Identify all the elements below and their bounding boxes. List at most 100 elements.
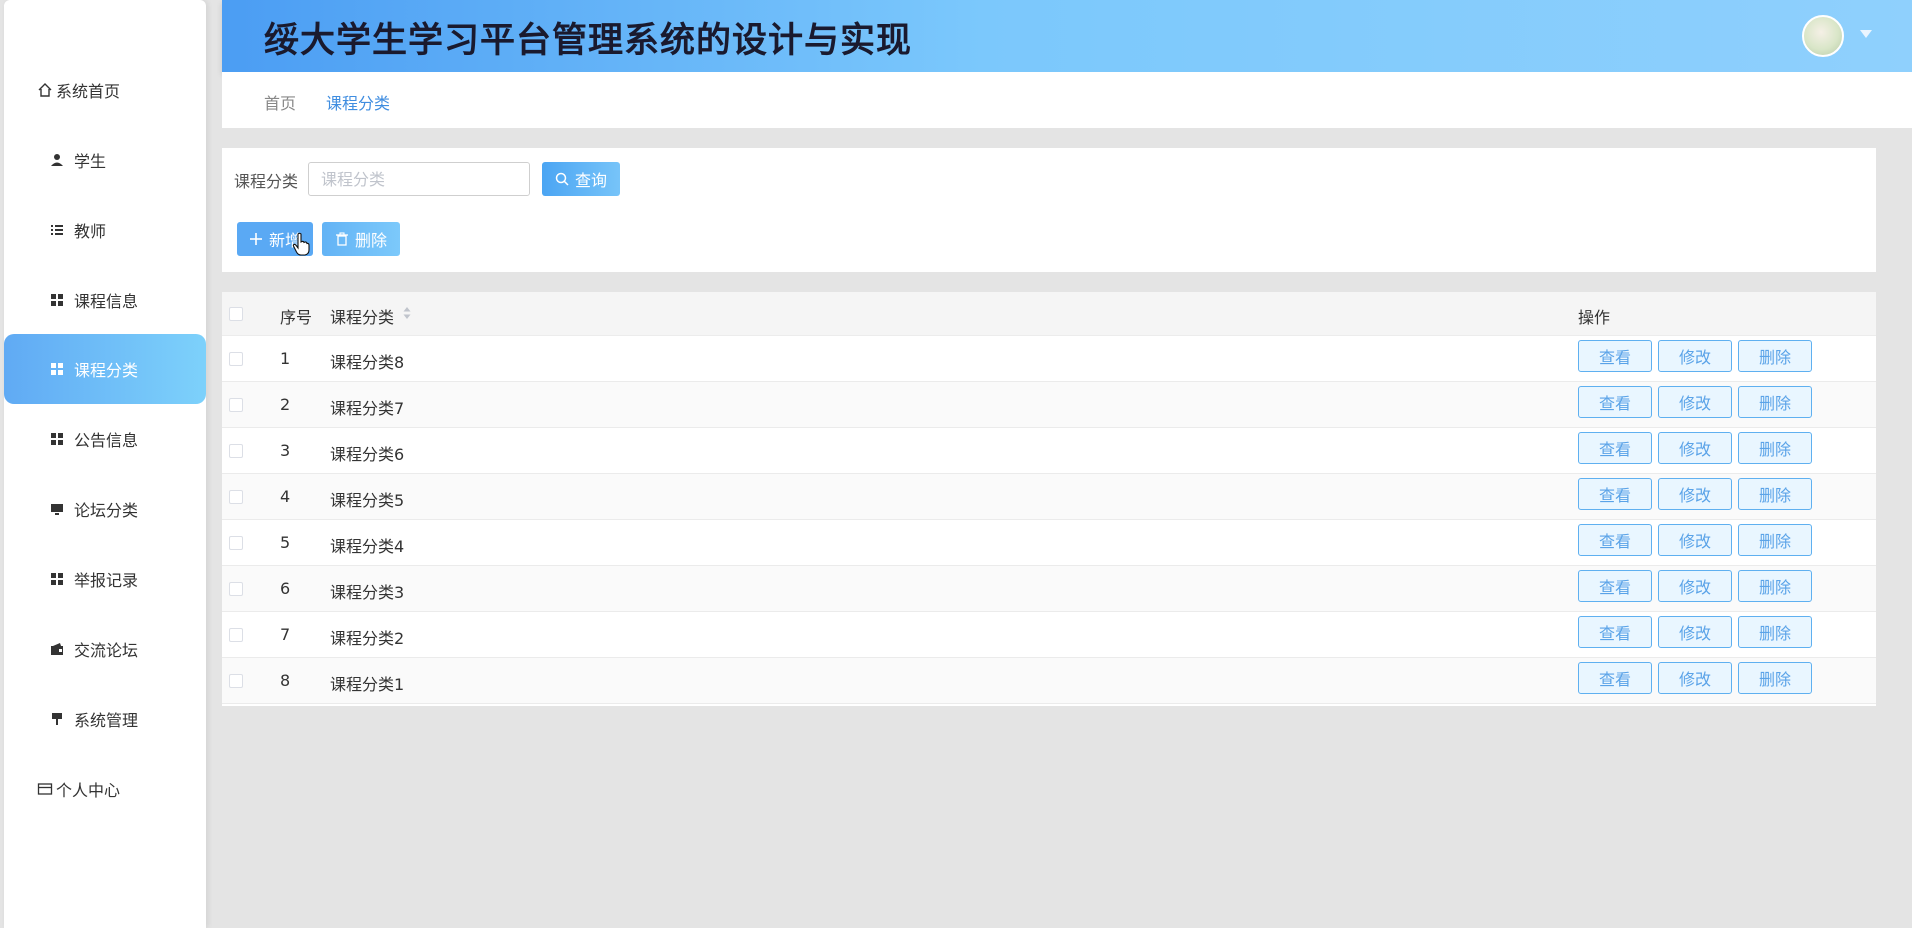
- row-delete-button[interactable]: 删除: [1738, 662, 1812, 694]
- edit-button[interactable]: 修改: [1658, 662, 1732, 694]
- row-delete-button[interactable]: 删除: [1738, 340, 1812, 372]
- row-delete-button[interactable]: 删除: [1738, 386, 1812, 418]
- user-icon: [48, 151, 66, 169]
- row-index: 1: [280, 349, 291, 368]
- header-category[interactable]: 课程分类: [330, 304, 394, 328]
- row-category: 课程分类5: [330, 491, 405, 510]
- row-checkbox[interactable]: [229, 398, 243, 412]
- row-delete-button[interactable]: 删除: [1738, 432, 1812, 464]
- search-panel: 课程分类 查询 新增 删除: [222, 148, 1876, 272]
- grid-icon: [48, 291, 66, 309]
- row-delete-button[interactable]: 删除: [1738, 524, 1812, 556]
- table-row: 3 课程分类6 查看 修改 删除: [222, 428, 1876, 474]
- view-button[interactable]: 查看: [1578, 524, 1652, 556]
- edit-button[interactable]: 修改: [1658, 478, 1732, 510]
- card-icon: [36, 780, 54, 798]
- sort-icon[interactable]: [402, 305, 412, 321]
- row-category: 课程分类6: [330, 445, 405, 464]
- search-icon: [555, 172, 569, 186]
- row-index: 3: [280, 441, 291, 460]
- row-checkbox[interactable]: [229, 674, 243, 688]
- query-button[interactable]: 查询: [542, 162, 620, 196]
- table-row: 7 课程分类2 查看 修改 删除: [222, 612, 1876, 658]
- sidebar-item-label: 教师: [74, 222, 107, 241]
- row-checkbox[interactable]: [229, 628, 243, 642]
- sidebar-item-students[interactable]: 学生: [4, 125, 206, 195]
- view-button[interactable]: 查看: [1578, 340, 1652, 372]
- edit-button[interactable]: 修改: [1658, 340, 1732, 372]
- row-index: 4: [280, 487, 291, 506]
- category-table: 序号 课程分类 操作 1 课程分类8 查看 修改 删除 2 课程分类7 查看 修改 删除 3 课程分类…: [222, 292, 1876, 706]
- sidebar-item-profile[interactable]: 个人中心: [4, 754, 206, 824]
- header-index: 序号: [280, 308, 313, 327]
- edit-button[interactable]: 修改: [1658, 432, 1732, 464]
- row-category: 课程分类4: [330, 537, 405, 556]
- table-row: 6 课程分类3 查看 修改 删除: [222, 566, 1876, 612]
- row-delete-button[interactable]: 删除: [1738, 570, 1812, 602]
- sidebar-item-label: 交流论坛: [74, 641, 139, 660]
- row-category: 课程分类7: [330, 399, 405, 418]
- row-index: 8: [280, 671, 291, 690]
- edit-button[interactable]: 修改: [1658, 616, 1732, 648]
- select-all-checkbox[interactable]: [229, 307, 243, 321]
- sidebar-item-system-management[interactable]: 系统管理: [4, 684, 206, 754]
- view-button[interactable]: 查看: [1578, 616, 1652, 648]
- grid-icon: [48, 570, 66, 588]
- table-header: 序号 课程分类 操作: [222, 292, 1876, 336]
- row-category: 课程分类3: [330, 583, 405, 602]
- view-button[interactable]: 查看: [1578, 570, 1652, 602]
- edit-button[interactable]: 修改: [1658, 386, 1732, 418]
- grid-icon: [48, 430, 66, 448]
- edit-button[interactable]: 修改: [1658, 570, 1732, 602]
- brush-icon: [48, 710, 66, 728]
- row-checkbox[interactable]: [229, 582, 243, 596]
- view-button[interactable]: 查看: [1578, 662, 1652, 694]
- row-checkbox[interactable]: [229, 352, 243, 366]
- view-button[interactable]: 查看: [1578, 432, 1652, 464]
- row-delete-button[interactable]: 删除: [1738, 478, 1812, 510]
- chevron-down-icon[interactable]: [1860, 30, 1872, 38]
- view-button[interactable]: 查看: [1578, 386, 1652, 418]
- sidebar-item-label: 举报记录: [74, 571, 139, 590]
- query-button-label: 查询: [574, 171, 607, 190]
- sidebar-item-course-category[interactable]: 课程分类: [4, 334, 206, 404]
- row-index: 2: [280, 395, 291, 414]
- batch-delete-button[interactable]: 删除: [322, 222, 400, 256]
- sidebar-item-label: 学生: [74, 152, 107, 171]
- grid-icon: [48, 360, 66, 378]
- sidebar-item-forum[interactable]: 交流论坛: [4, 614, 206, 684]
- app-title: 绥大学生学习平台管理系统的设计与实现: [264, 21, 913, 61]
- table-row: 2 课程分类7 查看 修改 删除: [222, 382, 1876, 428]
- table-row: 8 课程分类1 查看 修改 删除: [222, 658, 1876, 704]
- row-category: 课程分类1: [330, 675, 405, 694]
- sidebar-item-announcements[interactable]: 公告信息: [4, 404, 206, 474]
- search-input[interactable]: [308, 162, 530, 196]
- trash-icon: [335, 232, 349, 246]
- header-actions: 操作: [1578, 308, 1611, 327]
- row-checkbox[interactable]: [229, 490, 243, 504]
- row-delete-button[interactable]: 删除: [1738, 616, 1812, 648]
- sidebar-item-label: 系统首页: [56, 82, 121, 101]
- avatar[interactable]: [1802, 15, 1844, 57]
- breadcrumb-current: 课程分类: [326, 94, 391, 113]
- view-button[interactable]: 查看: [1578, 478, 1652, 510]
- monitor-icon: [48, 500, 66, 518]
- row-checkbox[interactable]: [229, 536, 243, 550]
- sidebar-item-home[interactable]: 系统首页: [4, 55, 206, 125]
- sidebar-item-reports[interactable]: 举报记录: [4, 544, 206, 614]
- hand-cursor-icon: [292, 232, 310, 256]
- edit-button[interactable]: 修改: [1658, 524, 1732, 556]
- sidebar-item-label: 系统管理: [74, 711, 139, 730]
- sidebar-item-teachers[interactable]: 教师: [4, 195, 206, 265]
- table-row: 1 课程分类8 查看 修改 删除: [222, 336, 1876, 382]
- row-category: 课程分类8: [330, 353, 405, 372]
- row-index: 5: [280, 533, 291, 552]
- row-checkbox[interactable]: [229, 444, 243, 458]
- sidebar-item-course-info[interactable]: 课程信息: [4, 265, 206, 335]
- breadcrumb-home[interactable]: 首页: [264, 90, 296, 114]
- row-index: 7: [280, 625, 291, 644]
- sidebar-item-label: 个人中心: [56, 781, 121, 800]
- sidebar-item-forum-category[interactable]: 论坛分类: [4, 474, 206, 544]
- batch-delete-button-label: 删除: [354, 231, 387, 250]
- list-icon: [48, 221, 66, 239]
